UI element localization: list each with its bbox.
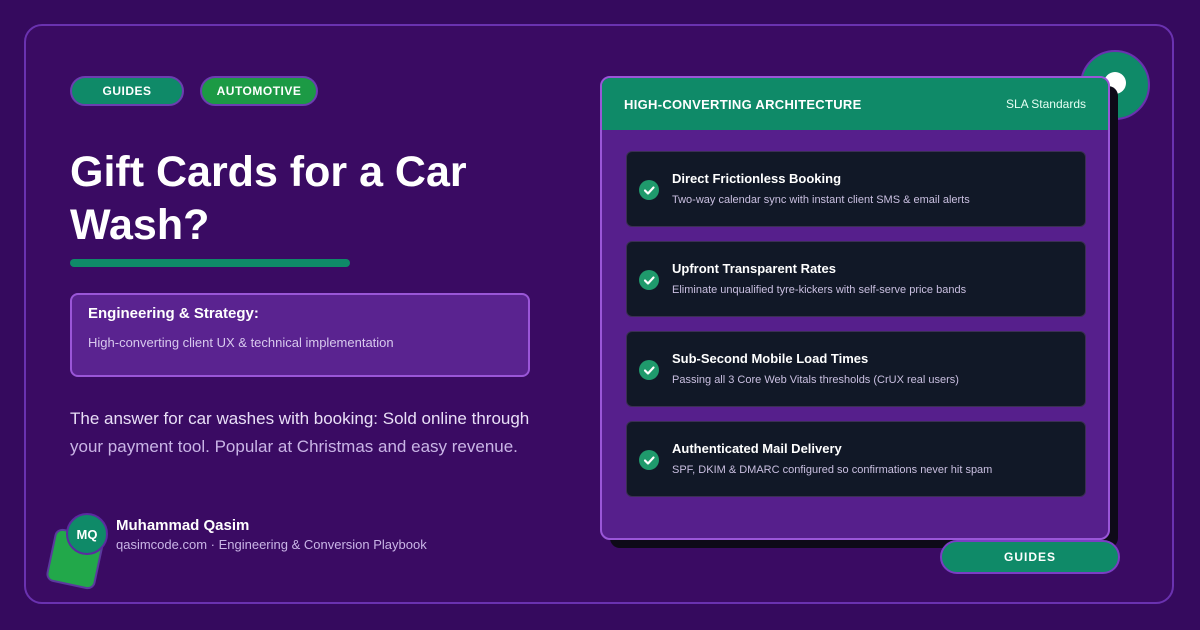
avatar: MQ [66, 513, 108, 555]
tag-automotive[interactable]: AUTOMOTIVE [200, 76, 318, 106]
feature-text: SPF, DKIM & DMARC configured so confirma… [672, 464, 993, 476]
check-icon [639, 360, 659, 380]
strategy-text: High-converting client UX & technical im… [88, 335, 394, 350]
title-underline [70, 259, 350, 267]
feature-title: Authenticated Mail Delivery [672, 441, 842, 456]
feature-card: Authenticated Mail Delivery SPF, DKIM & … [626, 421, 1086, 497]
description-part-2: your payment tool. Popular at Christmas … [70, 437, 518, 456]
feature-card: Direct Frictionless Booking Two-way cale… [626, 151, 1086, 227]
description: The answer for car washes with booking: … [70, 405, 540, 461]
feature-text: Two-way calendar sync with instant clien… [672, 194, 970, 206]
strategy-box: Engineering & Strategy: High-converting … [70, 293, 530, 377]
feature-title: Direct Frictionless Booking [672, 171, 842, 186]
tag-guides-bottom[interactable]: GUIDES [940, 540, 1120, 574]
panel-title: HIGH-CONVERTING ARCHITECTURE [624, 96, 862, 112]
strategy-title: Engineering & Strategy: [88, 305, 259, 322]
check-icon [639, 450, 659, 470]
feature-card: Sub-Second Mobile Load Times Passing all… [626, 331, 1086, 407]
feature-title: Sub-Second Mobile Load Times [672, 351, 869, 366]
check-icon [639, 180, 659, 200]
check-icon [639, 270, 659, 290]
feature-card: Upfront Transparent Rates Eliminate unqu… [626, 241, 1086, 317]
page-title: Gift Cards for a Car Wash? [70, 148, 467, 249]
tag-guides[interactable]: GUIDES [70, 76, 184, 106]
panel-subtitle: SLA Standards [1005, 97, 1086, 111]
feature-text: Eliminate unqualified tyre-kickers with … [672, 284, 967, 296]
feature-title: Upfront Transparent Rates [672, 261, 836, 276]
panel-header: HIGH-CONVERTING ARCHITECTURE SLA Standar… [602, 78, 1108, 130]
author-name: Muhammad Qasim [116, 517, 250, 534]
architecture-panel: HIGH-CONVERTING ARCHITECTURE SLA Standar… [600, 76, 1110, 540]
author-subtitle: qasimcode.com · Engineering & Conversion… [116, 537, 427, 552]
description-part-1: The answer for car washes with booking: … [70, 409, 530, 428]
feature-text: Passing all 3 Core Web Vitals thresholds… [672, 374, 959, 386]
